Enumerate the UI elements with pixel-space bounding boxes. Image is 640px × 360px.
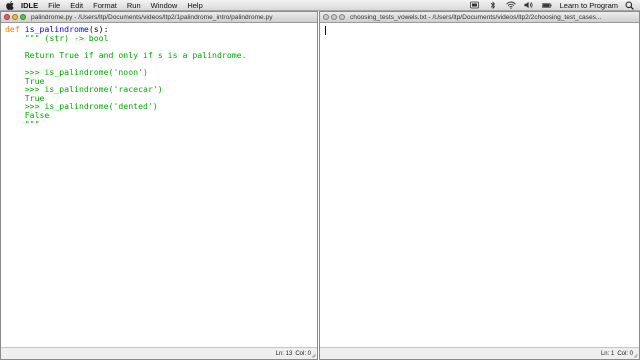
- code-token: Return True if and only if s is a palind…: [5, 49, 247, 60]
- window-titlebar[interactable]: palindrome.py - /Users/ltp/Documents/vid…: [1, 12, 317, 23]
- column-number: Col: 0: [617, 351, 633, 357]
- menu-format[interactable]: Format: [88, 0, 122, 11]
- user-name[interactable]: Learn to Program: [556, 0, 622, 11]
- minimize-button[interactable]: [331, 14, 337, 20]
- editor-window-palindrome: palindrome.py - /Users/ltp/Documents/vid…: [0, 11, 318, 360]
- wifi-icon[interactable]: [505, 1, 516, 10]
- apple-icon[interactable]: [6, 0, 16, 10]
- zoom-button[interactable]: [20, 14, 26, 20]
- window-title: palindrome.py - /Users/ltp/Documents/vid…: [31, 13, 273, 21]
- volume-icon[interactable]: [524, 1, 534, 10]
- search-icon[interactable]: [625, 1, 635, 10]
- resize-grip-icon[interactable]: [633, 353, 638, 358]
- close-button[interactable]: [323, 14, 329, 20]
- line-number: Ln: 1: [600, 351, 615, 357]
- code-line: >>> is_palindrome('noon'): [5, 68, 314, 77]
- code-editor[interactable]: def is_palindrome(s): """ (str) -> bool …: [1, 23, 317, 347]
- code-line: """ (str) -> bool: [5, 32, 314, 43]
- status-bar: Ln: 1 Col: 0: [320, 347, 639, 359]
- window-title: choosing_tests_vowels.txt - /Users/ltp/D…: [350, 13, 602, 21]
- window-titlebar[interactable]: choosing_tests_vowels.txt - /Users/ltp/D…: [320, 12, 639, 23]
- code-line: >>> is_palindrome('racecar'): [5, 85, 314, 94]
- menu-help[interactable]: Help: [182, 0, 207, 11]
- resize-grip-icon[interactable]: [311, 353, 316, 358]
- line-number: Ln: 13: [275, 351, 293, 357]
- text-editor[interactable]: [320, 23, 639, 347]
- code-token: """: [5, 118, 40, 129]
- column-number: Col: 0: [295, 351, 311, 357]
- code-line: Return True if and only if s is a palind…: [5, 49, 314, 60]
- status-bar: Ln: 13 Col: 0: [1, 347, 317, 359]
- editor-window-vowels: choosing_tests_vowels.txt - /Users/ltp/D…: [319, 11, 640, 360]
- code-line: >>> is_palindrome('dented'): [5, 102, 314, 111]
- menu-bar: IDLE File Edit Format Run Window Help Le…: [0, 0, 640, 11]
- menu-file[interactable]: File: [43, 0, 65, 11]
- code-line: """: [5, 118, 314, 129]
- menu-window[interactable]: Window: [146, 0, 183, 11]
- code-line: False: [5, 111, 314, 120]
- battery-icon[interactable]: [541, 1, 552, 10]
- code-token: """ (str) -> bool: [5, 32, 109, 43]
- text-cursor: [325, 26, 326, 35]
- menu-app-idle[interactable]: IDLE: [16, 0, 43, 11]
- close-button[interactable]: [4, 14, 10, 20]
- zoom-button[interactable]: [339, 14, 345, 20]
- menu-run[interactable]: Run: [122, 0, 146, 11]
- minimize-button[interactable]: [12, 14, 18, 20]
- menu-edit[interactable]: Edit: [65, 0, 88, 11]
- status-icon[interactable]: [470, 1, 480, 10]
- bluetooth-icon[interactable]: [488, 0, 498, 10]
